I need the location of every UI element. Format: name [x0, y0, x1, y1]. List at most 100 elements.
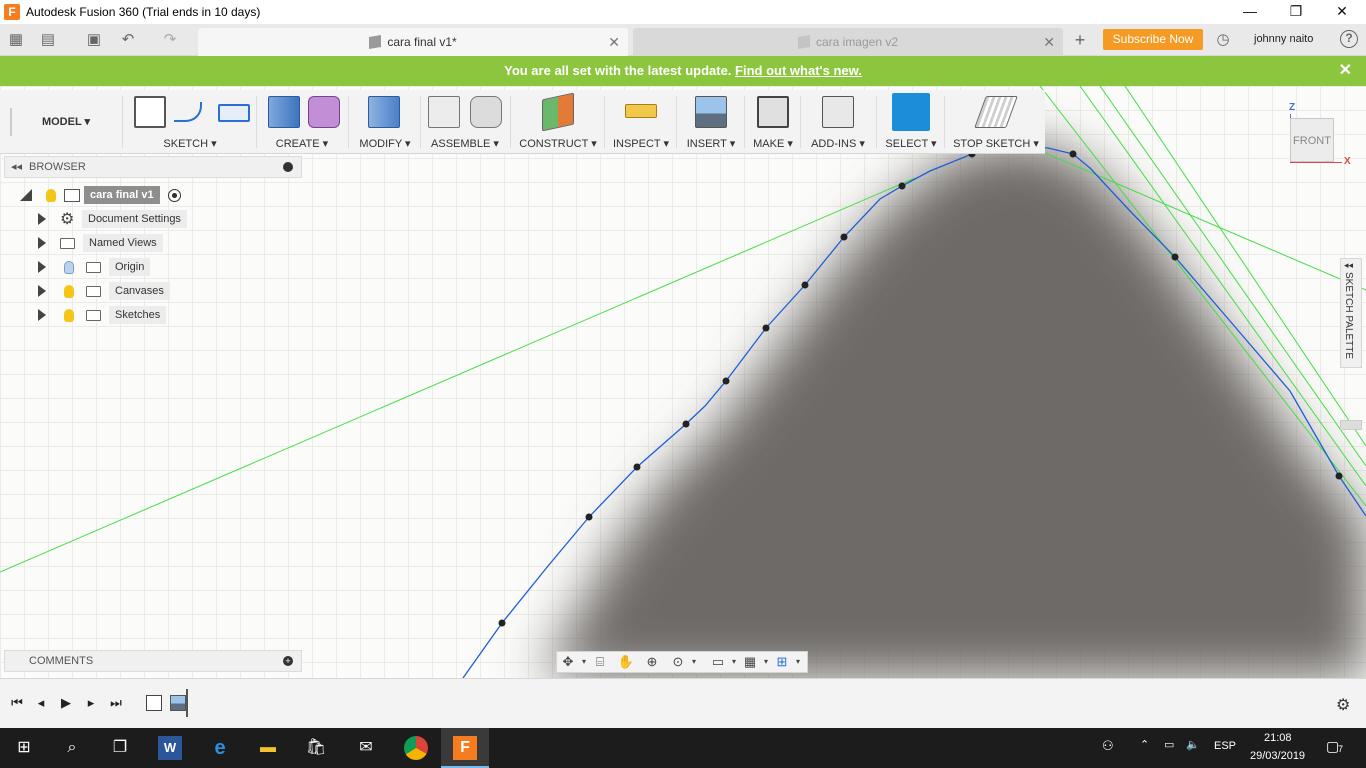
toolbar-grip[interactable] [10, 108, 12, 136]
assemble-group[interactable]: ASSEMBLE ▾ [426, 90, 504, 154]
expand-palette-icon[interactable]: ◂◂ [1344, 260, 1353, 271]
root-component-label[interactable]: cara final v1 [84, 186, 160, 204]
browser-item-label[interactable]: Sketches [109, 306, 167, 324]
expand-triangle-icon[interactable] [38, 261, 46, 273]
construct-group[interactable]: CONSTRUCT ▾ [516, 90, 600, 154]
collapse-browser-icon[interactable]: ◂◂ [11, 157, 22, 177]
create-group[interactable]: CREATE ▾ [262, 90, 342, 154]
visibility-bulb-off-icon[interactable] [64, 260, 74, 274]
close-tab-icon[interactable]: ✕ [608, 34, 620, 51]
browser-minimize-icon[interactable] [283, 162, 293, 172]
rectangle-icon[interactable] [218, 104, 250, 122]
people-icon[interactable]: ⚇ [1102, 738, 1114, 754]
banner-close-icon[interactable]: ✕ [1339, 56, 1352, 86]
select-group[interactable]: SELECT ▾ [882, 90, 940, 154]
word-icon[interactable]: W [158, 736, 182, 760]
task-view-icon[interactable]: ❐ [108, 736, 132, 760]
edge-icon[interactable]: e [208, 736, 232, 760]
browser-item-label[interactable]: Origin [109, 258, 151, 276]
close-button[interactable]: ✕ [1319, 0, 1365, 24]
expanded-triangle-icon[interactable] [20, 189, 32, 201]
press-pull-icon[interactable] [368, 96, 400, 128]
subscribe-button[interactable]: Subscribe Now [1103, 29, 1203, 50]
minimize-button[interactable]: — [1227, 0, 1273, 24]
expand-triangle-icon[interactable] [38, 285, 46, 297]
dropdown-icon[interactable]: ▾ [789, 654, 807, 670]
browser-item-document-settings[interactable]: ⚙ Document Settings [38, 208, 187, 230]
timeline-sketch-icon[interactable] [146, 695, 162, 711]
browser-item-named-views[interactable]: Named Views [38, 232, 163, 254]
maximize-button[interactable]: ❐ [1273, 0, 1319, 24]
network-icon[interactable]: ▭ [1164, 738, 1174, 751]
sketch-group[interactable]: SKETCH ▾ [128, 90, 252, 154]
3d-print-icon[interactable] [757, 96, 789, 128]
dropdown-icon[interactable]: ▾ [685, 654, 703, 670]
visibility-bulb-icon[interactable] [46, 188, 56, 202]
select-menu[interactable]: SELECT ▾ [882, 137, 940, 150]
make-menu[interactable]: MAKE ▾ [750, 137, 796, 150]
search-icon[interactable]: ⌕ [60, 736, 84, 760]
add-ins-group[interactable]: ADD-INS ▾ [806, 90, 870, 154]
visibility-bulb-icon[interactable] [64, 284, 74, 298]
user-account[interactable]: johnny naito [1254, 33, 1313, 45]
pan-icon[interactable]: ✋ [617, 654, 635, 670]
volume-icon[interactable]: 🔈 [1186, 738, 1200, 751]
extrude-icon[interactable] [268, 96, 300, 128]
browser-item-label[interactable]: Document Settings [82, 210, 187, 228]
visibility-bulb-icon[interactable] [64, 308, 74, 322]
offset-plane-icon[interactable] [542, 92, 574, 132]
job-status-icon[interactable]: ◷ [1213, 30, 1233, 50]
input-language[interactable]: ESP [1214, 740, 1236, 752]
browser-item-label[interactable]: Canvases [109, 282, 170, 300]
stop-sketch-menu[interactable]: STOP SKETCH ▾ [950, 137, 1042, 150]
app-grid-icon[interactable]: ▦ [6, 30, 26, 50]
create-menu[interactable]: CREATE ▾ [262, 137, 342, 150]
sketch-palette-label[interactable]: SKETCH PALETTE [1343, 272, 1354, 359]
look-at-icon[interactable]: ⌸ [591, 654, 609, 670]
close-tab-icon[interactable]: ✕ [1043, 34, 1055, 51]
modify-menu[interactable]: MODIFY ▾ [354, 137, 416, 150]
comments-panel-header[interactable]: COMMENTS + [4, 650, 302, 672]
save-icon[interactable]: ▣ [84, 30, 104, 50]
step-back-icon[interactable]: ◂ [33, 695, 49, 711]
go-to-end-icon[interactable]: ⏭ [108, 695, 124, 711]
workspace-switcher[interactable]: MODEL ▾ [14, 90, 118, 154]
palette-scroll-handle[interactable] [1340, 420, 1362, 430]
assemble-menu[interactable]: ASSEMBLE ▾ [426, 137, 504, 150]
mail-icon[interactable]: ✉ [354, 736, 378, 760]
inspect-menu[interactable]: INSPECT ▾ [610, 137, 672, 150]
play-icon[interactable]: ▶ [58, 695, 74, 711]
scripts-icon[interactable] [822, 96, 854, 128]
form-icon[interactable] [308, 96, 340, 128]
browser-root-row[interactable]: cara final v1 [20, 184, 181, 206]
browser-panel-header[interactable]: ◂◂ BROWSER [4, 156, 302, 178]
browser-item-origin[interactable]: Origin [38, 256, 151, 278]
inspect-group[interactable]: INSPECT ▾ [610, 90, 672, 154]
activate-radio-icon[interactable] [167, 188, 181, 202]
browser-item-sketches[interactable]: Sketches [38, 304, 167, 326]
insert-menu[interactable]: INSERT ▾ [682, 137, 740, 150]
construct-menu[interactable]: CONSTRUCT ▾ [516, 137, 600, 150]
store-icon[interactable]: 🛍 [304, 736, 328, 760]
stop-sketch-group[interactable]: STOP SKETCH ▾ [950, 90, 1042, 154]
clock-date[interactable]: 29/03/2019 [1250, 750, 1305, 762]
finish-sketch-icon[interactable] [974, 96, 1018, 128]
whats-new-link[interactable]: Find out what's new. [735, 63, 862, 78]
expand-triangle-icon[interactable] [38, 309, 46, 321]
new-tab-icon[interactable]: + [1070, 30, 1090, 50]
expand-triangle-icon[interactable] [38, 237, 46, 249]
file-menu-icon[interactable]: ▤ [38, 30, 58, 50]
make-group[interactable]: MAKE ▾ [750, 90, 796, 154]
measure-icon[interactable] [625, 104, 657, 118]
view-cube[interactable]: FRONT [1290, 118, 1334, 162]
add-ins-menu[interactable]: ADD-INS ▾ [806, 137, 870, 150]
timeline-marker[interactable] [186, 689, 194, 717]
expand-triangle-icon[interactable] [38, 213, 46, 225]
redo-icon[interactable]: ↷ [160, 30, 180, 50]
select-icon[interactable] [892, 93, 930, 131]
timeline-canvas-icon[interactable] [170, 695, 186, 711]
zoom-icon[interactable]: ⊕ [643, 654, 661, 670]
joint-icon[interactable] [470, 96, 502, 128]
fusion-taskbar-button[interactable]: F [441, 728, 489, 768]
add-comment-icon[interactable]: + [283, 656, 293, 666]
